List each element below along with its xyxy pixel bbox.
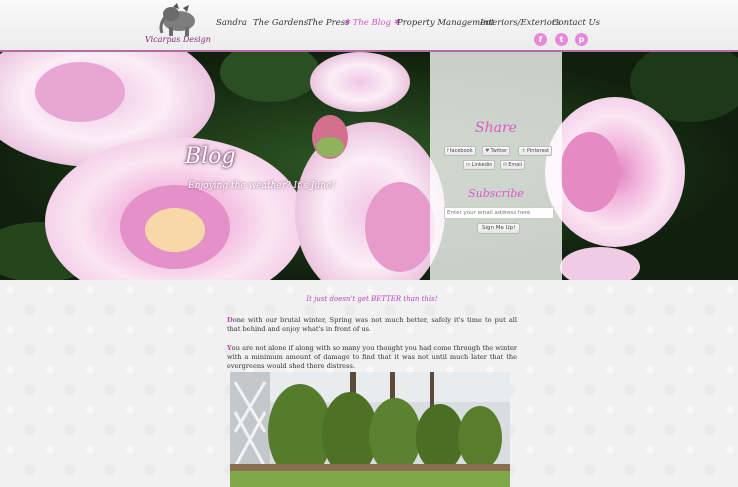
share-twitter-button[interactable]: ♥Twitter (482, 146, 511, 156)
nav-item-sandra[interactable]: Sandra (216, 18, 247, 28)
share-heading: Share (475, 120, 517, 136)
blog-post: It just doesn't get BETTER than this! Do… (227, 295, 517, 370)
post-tagline: It just doesn't get BETTER than this! (306, 295, 438, 303)
post-paragraph-1: Done with our brutal winter, Spring was … (227, 316, 517, 333)
linkedin-icon: in (466, 162, 471, 168)
brand-name: Vicarpas Design (145, 35, 211, 44)
twitter-icon[interactable]: t (555, 33, 568, 46)
share-linkedin-button[interactable]: inLinkedin (463, 160, 496, 170)
facebook-icon[interactable]: f (534, 33, 547, 46)
share-email-button[interactable]: ✉Email (500, 160, 526, 170)
nav-item-label: The Blog (352, 18, 391, 28)
subscribe-heading: Subscribe (468, 187, 524, 200)
peony-photo (0, 52, 738, 280)
facebook-icon: f (447, 148, 449, 154)
pinterest-icon[interactable]: p (575, 33, 588, 46)
hero-title: Blog (185, 144, 236, 169)
nav-item-the-gardens[interactable]: The Gardens (253, 18, 308, 28)
sign-me-up-button[interactable]: Sign Me Up! (477, 223, 521, 234)
share-pinterest-button[interactable]: ℗Pinterest (518, 146, 553, 156)
nav-item-contact-us[interactable]: Contact Us (552, 18, 600, 28)
share-subscribe-panel: Share ffacebook ♥Twitter ℗Pinterest inLi… (430, 52, 562, 280)
star-icon: ✱ (344, 18, 350, 26)
brand-logo[interactable]: Vicarpas Design (143, 3, 213, 47)
twitter-icon: ♥ (485, 148, 490, 154)
elephant-logo-icon (159, 3, 195, 36)
pinterest-icon: ℗ (521, 148, 526, 154)
post-paragraph-2: You are not alone if along with so many … (227, 344, 517, 370)
hero-banner: Blog Enjoying the weather? It's June! Sh… (0, 52, 738, 280)
post-photo-hedge (230, 372, 510, 487)
hero-subtitle: Enjoying the weather? It's June! (188, 181, 335, 191)
share-facebook-button[interactable]: ffacebook (444, 146, 476, 156)
nav-item-the-blog[interactable]: ✱ The Blog ✱ (344, 18, 400, 28)
site-header: Vicarpas Design Sandra The Gardens The P… (0, 0, 738, 52)
nav-item-interiors-exteriors[interactable]: Interiors/Exteriors (480, 18, 560, 28)
email-icon: ✉ (503, 162, 508, 168)
subscribe-email-input[interactable]: Enter your email address here (444, 207, 554, 219)
